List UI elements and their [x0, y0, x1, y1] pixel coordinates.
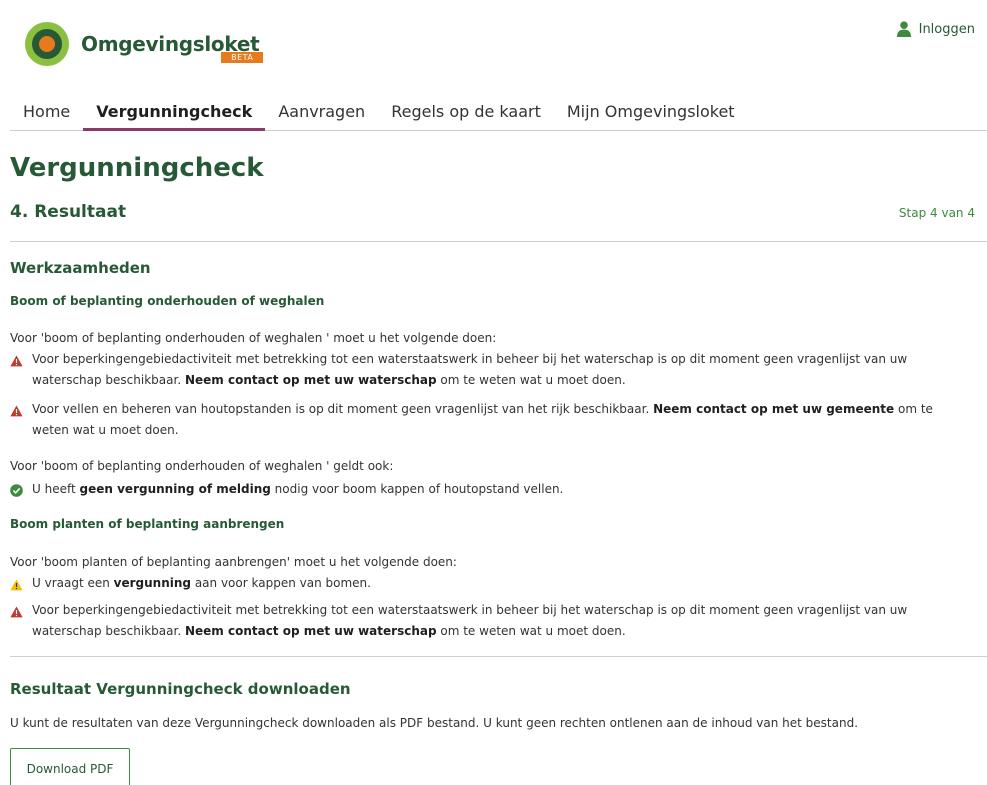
notice-text-end: aan voor kappen van bomen.	[191, 576, 371, 590]
download-pdf-button[interactable]: Download PDF	[10, 748, 130, 785]
download-description: U kunt de resultaten van deze Vergunning…	[10, 716, 859, 730]
notice-success: U heeft geen vergunning of melding nodig…	[10, 479, 960, 504]
section-heading-download: Resultaat Vergunningcheck downloaden	[10, 680, 351, 698]
nav-item-aanvragen[interactable]: Aanvragen	[265, 98, 378, 130]
user-icon	[896, 21, 911, 37]
notice-text: U vraagt een	[32, 576, 114, 590]
group-title-onderhouden: Boom of beplanting onderhouden of weghal…	[10, 294, 325, 308]
notice-text: Voor vellen en beheren van houtopstanden…	[32, 402, 654, 416]
warning-triangle-icon	[10, 606, 23, 618]
warning-triangle-icon	[10, 355, 23, 367]
section-heading-werkzaamheden: Werkzaamheden	[10, 259, 151, 277]
notice-text-end: om te weten wat u moet doen.	[436, 624, 626, 638]
beta-badge: BETA	[221, 52, 264, 63]
notice-caution: U vraagt een vergunning aan voor kappen …	[10, 573, 960, 598]
group-also-intro: Voor 'boom of beplanting onderhouden of …	[10, 459, 394, 473]
logo-icon	[25, 22, 69, 66]
header: Omgevingsloket BETA Inloggen	[0, 0, 987, 90]
main-nav: Home Vergunningcheck Aanvragen Regels op…	[10, 98, 987, 131]
nav-item-mijn-omgevingsloket[interactable]: Mijn Omgevingsloket	[554, 98, 748, 130]
divider	[10, 656, 987, 657]
page-title: Vergunningcheck	[10, 153, 264, 183]
check-circle-icon	[10, 484, 23, 497]
notice-bold: vergunning	[113, 576, 192, 590]
group-intro: Voor 'boom planten of beplanting aanbren…	[10, 555, 457, 569]
notice-warning: Voor beperkingengebiedactiviteit met bet…	[10, 600, 960, 642]
login-label: Inloggen	[918, 21, 975, 37]
caution-triangle-icon	[10, 579, 23, 591]
logo[interactable]: Omgevingsloket BETA	[25, 22, 264, 66]
nav-item-home[interactable]: Home	[10, 98, 83, 130]
group-title-planten: Boom planten of beplanting aanbrengen	[10, 517, 285, 531]
notice-bold: Neem contact op met uw waterschap	[184, 624, 437, 638]
notice-bold: geen vergunning of melding	[79, 482, 271, 496]
login-link[interactable]: Inloggen	[896, 21, 975, 37]
notice-text-end: nodig voor boom kappen of houtopstand ve…	[270, 482, 564, 496]
notice-warning: Voor vellen en beheren van houtopstanden…	[10, 399, 960, 441]
nav-item-regels-op-de-kaart[interactable]: Regels op de kaart	[378, 98, 554, 130]
group-intro: Voor 'boom of beplanting onderhouden of …	[10, 331, 497, 345]
logo-text: Omgevingsloket BETA	[81, 32, 264, 63]
step-title: 4. Resultaat	[10, 202, 127, 222]
nav-item-vergunningcheck[interactable]: Vergunningcheck	[83, 98, 266, 131]
notice-bold: Neem contact op met uw waterschap	[184, 373, 437, 387]
step-indicator: Stap 4 van 4	[898, 206, 975, 220]
notice-text-end: om te weten wat u moet doen.	[436, 373, 626, 387]
notice-bold: Neem contact op met uw gemeente	[653, 402, 895, 416]
divider	[10, 241, 987, 242]
notice-text: U heeft	[32, 482, 80, 496]
warning-triangle-icon	[10, 405, 23, 417]
notice-warning: Voor beperkingengebiedactiviteit met bet…	[10, 349, 960, 391]
